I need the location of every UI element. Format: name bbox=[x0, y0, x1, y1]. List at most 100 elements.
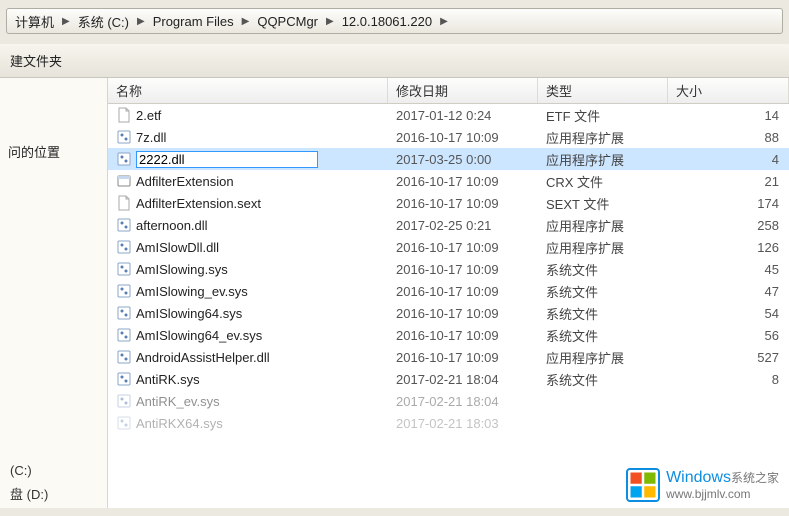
file-name-cell[interactable]: AntiRK.sys bbox=[108, 371, 388, 387]
column-header-type[interactable]: 类型 bbox=[538, 78, 668, 103]
dll-icon bbox=[116, 151, 132, 167]
file-name-cell[interactable]: AmISlowDll.dll bbox=[108, 239, 388, 255]
file-name-cell[interactable]: AntiRKX64.sys bbox=[108, 415, 388, 431]
file-date-cell: 2016-10-17 10:09 bbox=[388, 196, 538, 211]
dll-icon bbox=[116, 217, 132, 233]
file-row[interactable]: 2.etf2017-01-12 0:24ETF 文件14 bbox=[108, 104, 789, 126]
file-name-cell[interactable]: AdfilterExtension.sext bbox=[108, 195, 388, 211]
file-name-label: AmISlowing64_ev.sys bbox=[136, 328, 262, 343]
file-type-cell: 应用程序扩展 bbox=[538, 128, 668, 147]
file-type-cell: 系统文件 bbox=[538, 282, 668, 301]
column-header-name[interactable]: 名称 bbox=[108, 78, 388, 103]
file-name-label: AmISlowing_ev.sys bbox=[136, 284, 248, 299]
dll-icon bbox=[116, 129, 132, 145]
chevron-right-icon: ▶ bbox=[434, 16, 454, 27]
column-header-size[interactable]: 大小 bbox=[668, 78, 789, 103]
file-date-cell: 2017-02-25 0:21 bbox=[388, 218, 538, 233]
watermark-brand: Windows bbox=[666, 469, 731, 486]
file-size-cell: 527 bbox=[668, 350, 789, 365]
dll-icon bbox=[116, 349, 132, 365]
file-row[interactable]: AntiRK.sys2017-02-21 18:04系统文件8 bbox=[108, 368, 789, 390]
file-size-cell: 21 bbox=[668, 174, 789, 189]
file-type-cell: CRX 文件 bbox=[538, 172, 668, 191]
file-name-cell[interactable]: 7z.dll bbox=[108, 129, 388, 145]
file-row[interactable]: 7z.dll2016-10-17 10:09应用程序扩展88 bbox=[108, 126, 789, 148]
sys-icon bbox=[116, 393, 132, 409]
sys-icon bbox=[116, 305, 132, 321]
file-date-cell: 2017-02-21 18:04 bbox=[388, 394, 538, 409]
breadcrumb-item[interactable]: Program Files bbox=[151, 9, 236, 33]
chevron-right-icon: ▶ bbox=[56, 16, 76, 27]
file-date-cell: 2017-03-25 0:00 bbox=[388, 152, 538, 167]
file-date-cell: 2016-10-17 10:09 bbox=[388, 350, 538, 365]
file-name-cell[interactable]: AmISlowing.sys bbox=[108, 261, 388, 277]
file-row[interactable]: AmISlowing64_ev.sys 2016-10-17 10:09系统文件5… bbox=[108, 324, 789, 346]
breadcrumb-item[interactable]: 12.0.18061.220 bbox=[340, 9, 434, 33]
file-name-label: AdfilterExtension bbox=[136, 174, 234, 189]
file-row[interactable]: AndroidAssistHelper.dll2016-10-17 10:09应… bbox=[108, 346, 789, 368]
file-name-cell[interactable] bbox=[108, 151, 388, 168]
file-name-label: AmISlowing64.sys bbox=[136, 306, 242, 321]
breadcrumb[interactable]: 计算机 ▶ 系统 (C:) ▶ Program Files ▶ QQPCMgr … bbox=[6, 8, 783, 34]
new-folder-button[interactable]: 建文件夹 bbox=[0, 47, 72, 74]
breadcrumb-item[interactable]: QQPCMgr bbox=[255, 9, 320, 33]
sidebar-drive-c[interactable]: (C:) bbox=[10, 460, 48, 481]
file-row[interactable]: AmISlowing.sys2016-10-17 10:09系统文件45 bbox=[108, 258, 789, 280]
chevron-right-icon: ▶ bbox=[320, 16, 340, 27]
file-row[interactable]: afternoon.dll 2017-02-25 0:21应用程序扩展258 bbox=[108, 214, 789, 236]
file-row[interactable]: AntiRKX64.sys2017-02-21 18:03 bbox=[108, 412, 789, 434]
file-name-cell[interactable]: AndroidAssistHelper.dll bbox=[108, 349, 388, 365]
file-type-cell: 系统文件 bbox=[538, 370, 668, 389]
file-type-cell: 系统文件 bbox=[538, 326, 668, 345]
breadcrumb-item[interactable]: 计算机 bbox=[13, 9, 56, 33]
file-name-cell[interactable]: 2.etf bbox=[108, 107, 388, 123]
file-size-cell: 258 bbox=[668, 218, 789, 233]
file-name-cell[interactable]: afternoon.dll bbox=[108, 217, 388, 233]
file-row[interactable]: 2017-03-25 0:00应用程序扩展4 bbox=[108, 148, 789, 170]
breadcrumb-item[interactable]: 系统 (C:) bbox=[76, 9, 131, 33]
sidebar: 问的位置 (C:) 盘 (D:) bbox=[0, 78, 108, 508]
file-date-cell: 2016-10-17 10:09 bbox=[388, 240, 538, 255]
file-size-cell: 56 bbox=[668, 328, 789, 343]
filename-rename-input[interactable] bbox=[136, 151, 318, 168]
file-date-cell: 2016-10-17 10:09 bbox=[388, 174, 538, 189]
file-row[interactable]: AmISlowing64.sys2016-10-17 10:09系统文件54 bbox=[108, 302, 789, 324]
file-type-cell: ETF 文件 bbox=[538, 106, 668, 125]
file-name-cell[interactable]: AdfilterExtension bbox=[108, 173, 388, 189]
file-size-cell: 45 bbox=[668, 262, 789, 277]
dll-icon bbox=[116, 239, 132, 255]
file-row[interactable]: AmISlowDll.dll2016-10-17 10:09应用程序扩展126 bbox=[108, 236, 789, 258]
chevron-right-icon: ▶ bbox=[131, 16, 151, 27]
file-size-cell: 47 bbox=[668, 284, 789, 299]
file-name-label: AdfilterExtension.sext bbox=[136, 196, 261, 211]
windows-logo-icon bbox=[626, 468, 660, 502]
sys-icon bbox=[116, 371, 132, 387]
file-row[interactable]: AdfilterExtension.sext2016-10-17 10:09SE… bbox=[108, 192, 789, 214]
file-row[interactable]: AdfilterExtension 2016-10-17 10:09CRX 文件2… bbox=[108, 170, 789, 192]
file-name-cell[interactable]: AmISlowing_ev.sys bbox=[108, 283, 388, 299]
file-size-cell: 54 bbox=[668, 306, 789, 321]
file-type-cell: 应用程序扩展 bbox=[538, 150, 668, 169]
sys-icon bbox=[116, 415, 132, 431]
file-date-cell: 2017-01-12 0:24 bbox=[388, 108, 538, 123]
watermark-sub: 系统之家 bbox=[731, 471, 779, 485]
file-type-cell: 应用程序扩展 bbox=[538, 216, 668, 235]
file-size-cell: 126 bbox=[668, 240, 789, 255]
file-size-cell: 174 bbox=[668, 196, 789, 211]
file-name-cell[interactable]: AntiRK_ev.sys bbox=[108, 393, 388, 409]
file-name-cell[interactable]: AmISlowing64_ev.sys bbox=[108, 327, 388, 343]
file-name-label: AndroidAssistHelper.dll bbox=[136, 350, 270, 365]
sidebar-drive-d[interactable]: 盘 (D:) bbox=[10, 481, 48, 506]
file-name-label: 7z.dll bbox=[136, 130, 166, 145]
file-row[interactable]: AntiRK_ev.sys2017-02-21 18:04 bbox=[108, 390, 789, 412]
column-header-date[interactable]: 修改日期 bbox=[388, 78, 538, 103]
file-size-cell: 88 bbox=[668, 130, 789, 145]
file-date-cell: 2016-10-17 10:09 bbox=[388, 328, 538, 343]
file-date-cell: 2016-10-17 10:09 bbox=[388, 284, 538, 299]
file-row[interactable]: AmISlowing_ev.sys 2016-10-17 10:09系统文件47 bbox=[108, 280, 789, 302]
file-name-cell[interactable]: AmISlowing64.sys bbox=[108, 305, 388, 321]
file-name-label: afternoon.dll bbox=[136, 218, 208, 233]
sidebar-recent[interactable]: 问的位置 bbox=[0, 138, 107, 165]
sys-icon bbox=[116, 283, 132, 299]
watermark-url: www.bjjmlv.com bbox=[666, 487, 779, 501]
